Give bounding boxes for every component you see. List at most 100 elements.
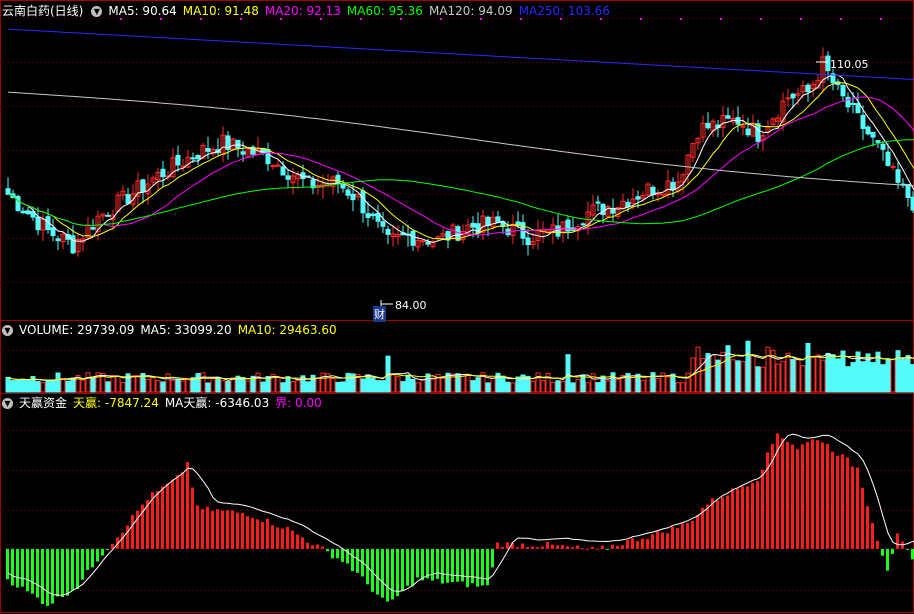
price-indicator-list: MA5: 90.64 MA10: 91.48 MA20: 92.13 MA60: 95…	[108, 3, 616, 19]
flow-bar	[881, 548, 884, 556]
volume-bar	[565, 354, 571, 393]
flow-bar	[316, 544, 319, 549]
volume-bar	[255, 372, 261, 393]
volume-bar	[220, 379, 226, 393]
flow-bar	[406, 548, 409, 586]
flow-bar	[76, 548, 79, 589]
chevron-down-icon[interactable]: ▼	[2, 324, 13, 336]
candle-body	[35, 216, 41, 231]
flow-bar	[201, 509, 204, 549]
flow-bar	[96, 548, 99, 562]
flow-bar	[66, 548, 69, 596]
flow-bar	[391, 548, 394, 600]
volume-bar	[240, 377, 246, 393]
flow-bar	[161, 486, 164, 549]
volume-bar	[860, 361, 866, 393]
volume-bar	[645, 376, 651, 393]
volume-bar	[745, 340, 751, 393]
candle-body	[280, 166, 286, 176]
flow-bar	[851, 466, 854, 549]
flow-bar	[251, 517, 254, 549]
flow-bar	[81, 548, 84, 580]
volume-bar	[550, 381, 556, 393]
volume-bar	[900, 359, 906, 393]
volume-bar	[20, 378, 26, 393]
candle-body	[865, 126, 871, 135]
candle-body	[125, 194, 131, 204]
flow-bar	[301, 537, 304, 549]
volume-bar	[710, 354, 716, 393]
volume-bar	[575, 378, 581, 393]
volume-bar	[195, 373, 201, 393]
volume-bar	[420, 379, 426, 393]
volume-bar	[280, 382, 286, 393]
flow-bar	[186, 462, 189, 549]
flow-bar	[106, 548, 109, 551]
volume-bar	[440, 376, 446, 393]
volume-bar	[135, 374, 141, 393]
chevron-down-icon[interactable]: ▼	[2, 397, 13, 409]
flow-bar	[71, 548, 74, 591]
indicator-label: MA250: 103.66	[518, 4, 610, 18]
flow-indicator-list: 天赢: -7847.24 MA天赢: -6346.03 界: 0.00	[73, 395, 328, 411]
volume-bar	[335, 381, 341, 393]
volume-bar	[405, 374, 411, 393]
volume-bar	[375, 380, 381, 393]
candle-body	[15, 195, 21, 211]
candle-body	[850, 102, 856, 105]
price-panel-header: 云南白药(日线) ▼ MA5: 90.64 MA10: 91.48 MA20: 92…	[0, 3, 622, 19]
volume-bar	[630, 376, 636, 393]
flow-bar	[416, 548, 419, 578]
flow-bar	[381, 548, 384, 598]
flow-bar	[656, 531, 659, 549]
candle-body	[870, 131, 876, 138]
event-marker[interactable]: 财	[373, 306, 386, 322]
flow-bar	[6, 548, 9, 580]
volume-bar	[615, 378, 621, 393]
volume-bar	[285, 376, 291, 393]
volume-bar	[805, 342, 811, 393]
flow-bar	[661, 532, 664, 549]
candle-body	[190, 157, 196, 160]
volume-bar	[610, 372, 616, 393]
volume-bar	[535, 372, 541, 393]
candle-body	[845, 96, 851, 108]
signal-marker	[800, 18, 802, 20]
flow-bar	[396, 548, 399, 597]
flow-bar	[846, 457, 849, 549]
volume-bar	[740, 361, 746, 393]
volume-bar	[400, 381, 406, 393]
volume-bar	[25, 379, 31, 393]
flow-bar	[16, 548, 19, 588]
candle-body	[875, 140, 881, 143]
flow-bar	[721, 497, 724, 549]
volume-bar	[555, 380, 561, 393]
volume-bar	[755, 366, 761, 393]
volume-bar	[505, 381, 511, 393]
volume-bar	[795, 359, 801, 393]
flow-bar	[526, 547, 529, 549]
candle-body	[855, 103, 861, 114]
chevron-down-icon[interactable]: ▼	[91, 5, 103, 17]
volume-bar	[215, 376, 221, 393]
indicator-label: MA5: 90.64	[108, 4, 177, 18]
candle-body	[5, 188, 11, 195]
flow-bar	[586, 548, 589, 550]
flow-bar	[431, 548, 434, 581]
flow-bar	[246, 516, 249, 549]
volume-bar	[785, 352, 791, 393]
volume-bar	[880, 364, 886, 393]
flow-bar	[261, 522, 264, 549]
signal-marker	[760, 18, 762, 20]
stock-chart[interactable]	[0, 0, 914, 614]
flow-bar	[321, 546, 324, 549]
flow-bar	[801, 444, 804, 549]
candle-body	[50, 227, 56, 237]
flow-bar	[156, 491, 159, 549]
candle-body	[785, 97, 791, 100]
flow-bar	[706, 504, 709, 549]
candle-body	[140, 179, 146, 193]
candle-body	[860, 114, 866, 129]
indicator-label: MA20: 92.13	[264, 4, 341, 18]
flow-bar	[101, 548, 104, 556]
